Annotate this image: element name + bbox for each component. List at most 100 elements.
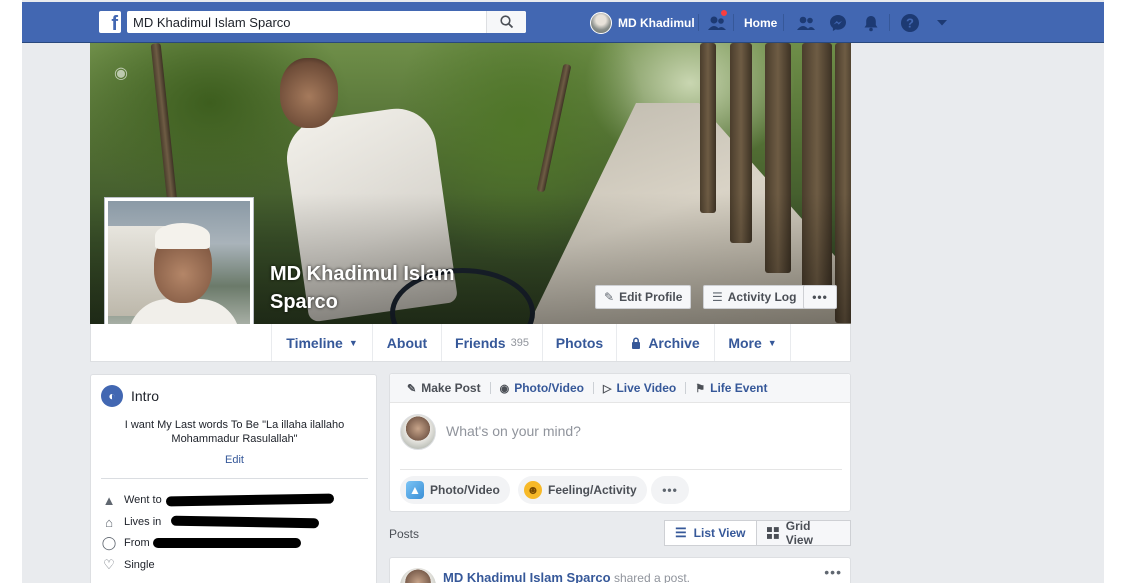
post-author-name[interactable]: MD Khadimul Islam Sparco (443, 570, 611, 583)
feeling-pill-label: Feeling/Activity (548, 483, 637, 497)
activity-log-button[interactable]: ☰ Activity Log (703, 285, 806, 309)
search-input[interactable] (127, 11, 485, 33)
tab-more-label: More (728, 334, 762, 351)
nav-divider (698, 14, 699, 31)
divider (400, 469, 842, 470)
notification-dot (720, 9, 728, 17)
tab-archive[interactable]: Archive (616, 324, 714, 361)
went-to-label: Went to (124, 494, 162, 506)
intro-title: Intro (131, 388, 160, 404)
pencil-icon: ✎ (604, 290, 615, 304)
camera-icon[interactable]: ◉ (114, 63, 128, 83)
posts-section-title: Posts (389, 527, 420, 541)
composer-tabs: ✎ Make Post ◉ Photo/Video ▷ Live Video ⚑… (390, 374, 850, 403)
tab-photo-video[interactable]: ◉ Photo/Video (491, 374, 593, 403)
relationship-status: Single (124, 559, 155, 571)
tab-about[interactable]: About (372, 324, 441, 361)
post-composer: ✎ Make Post ◉ Photo/Video ▷ Live Video ⚑… (389, 373, 851, 512)
more-dots-icon: ••• (812, 290, 828, 304)
globe-icon: ◐ (101, 385, 123, 407)
make-post-label: Make Post (421, 381, 481, 395)
post-options-button[interactable]: ••• (824, 564, 842, 580)
tab-live-video[interactable]: ▷ Live Video (594, 374, 685, 403)
grid-view-label: Grid View (785, 519, 813, 547)
grid-icon (767, 527, 779, 539)
intro-from: ◯ From (101, 534, 150, 552)
tab-timeline-label: Timeline (286, 334, 343, 351)
nav-divider (889, 14, 890, 31)
help-button[interactable]: ? (900, 2, 920, 43)
home-link[interactable]: Home (744, 2, 777, 43)
nav-user-name: MD Khadimul (618, 15, 695, 30)
redaction-scribble (165, 493, 335, 507)
more-composer-options-button[interactable]: ••• (651, 476, 689, 504)
grid-view-button[interactable]: Grid View (756, 519, 851, 547)
account-menu-button[interactable] (936, 2, 948, 43)
smiley-icon: ☻ (524, 481, 542, 499)
tab-make-post[interactable]: ✎ Make Post (398, 374, 490, 403)
tab-timeline[interactable]: Timeline ▼ (271, 324, 372, 361)
list-view-label: List View (693, 526, 746, 540)
intro-lives-in: ⌂ Lives in (101, 513, 161, 531)
redaction-scribble (170, 515, 320, 529)
feeling-activity-button[interactable]: ☻ Feeling/Activity (518, 476, 647, 504)
location-pin-icon: ◯ (101, 535, 117, 550)
intro-card: ◐ Intro I want My Last words To Be "La i… (90, 374, 377, 583)
photo-video-button[interactable]: ▲ Photo/Video (400, 476, 510, 504)
top-navigation-bar: f MD Khadimul Home (22, 2, 1104, 43)
pencil-icon: ✎ (407, 382, 417, 395)
activity-log-label: Activity Log (727, 290, 797, 304)
notifications-button[interactable] (862, 2, 880, 43)
tab-about-label: About (386, 334, 428, 351)
live-video-label: Live Video (616, 381, 677, 395)
search-icon (500, 15, 514, 29)
edit-profile-button[interactable]: ✎ Edit Profile (595, 285, 692, 309)
photo-icon: ▲ (406, 481, 424, 499)
cover-person-head (280, 58, 338, 128)
nav-divider (783, 14, 784, 31)
life-event-label: Life Event (710, 381, 768, 395)
tab-photos[interactable]: Photos (542, 324, 616, 361)
tab-life-event[interactable]: ⚑ Life Event (686, 374, 776, 403)
friend-requests-icon (797, 16, 815, 30)
svg-text:?: ? (906, 15, 914, 30)
friend-requests-button[interactable] (796, 2, 816, 43)
lives-in-label: Lives in (124, 516, 162, 528)
tab-friends[interactable]: Friends 395 (441, 324, 542, 361)
list-icon: ☰ (675, 525, 687, 540)
avatar (590, 11, 612, 34)
avatar[interactable] (400, 568, 436, 583)
nav-profile-link[interactable]: MD Khadimul (590, 2, 695, 43)
messenger-button[interactable] (829, 2, 847, 43)
intro-relationship: ♡ Single (101, 556, 155, 574)
heart-icon: ♡ (103, 557, 115, 572)
more-options-button[interactable]: ••• (803, 285, 837, 309)
post-card: MD Khadimul Islam Sparco shared a post. … (389, 557, 851, 583)
help-icon: ? (901, 13, 919, 32)
facebook-logo-icon[interactable]: f (99, 11, 121, 35)
edit-bio-link[interactable]: Edit (103, 454, 366, 466)
chevron-down-icon: ▼ (348, 337, 358, 348)
redaction-scribble (153, 538, 301, 548)
home-label: Home (744, 15, 778, 30)
tab-more[interactable]: More ▼ (714, 324, 791, 361)
chevron-down-icon: ▼ (767, 337, 777, 348)
search-button[interactable] (486, 11, 526, 33)
tab-archive-label: Archive (648, 334, 700, 351)
tab-photos-label: Photos (555, 334, 604, 351)
camera-icon: ◉ (499, 382, 510, 395)
tab-friends-label: Friends (455, 334, 506, 351)
status-input[interactable]: What's on your mind? (446, 423, 581, 439)
edit-profile-label: Edit Profile (619, 290, 683, 304)
lock-icon (632, 336, 641, 349)
profile-photo (108, 201, 250, 343)
list-icon: ☰ (712, 290, 723, 304)
photo-video-pill-label: Photo/Video (430, 483, 500, 497)
list-view-button[interactable]: ☰ List View (664, 520, 757, 546)
flag-icon: ⚑ (695, 382, 706, 395)
home-icon: ⌂ (105, 514, 113, 530)
graduation-cap-icon: ▲ (102, 492, 116, 508)
search-box (127, 11, 526, 33)
divider (101, 478, 368, 479)
profile-name[interactable]: MD Khadimul Islam Sparco (270, 260, 510, 316)
